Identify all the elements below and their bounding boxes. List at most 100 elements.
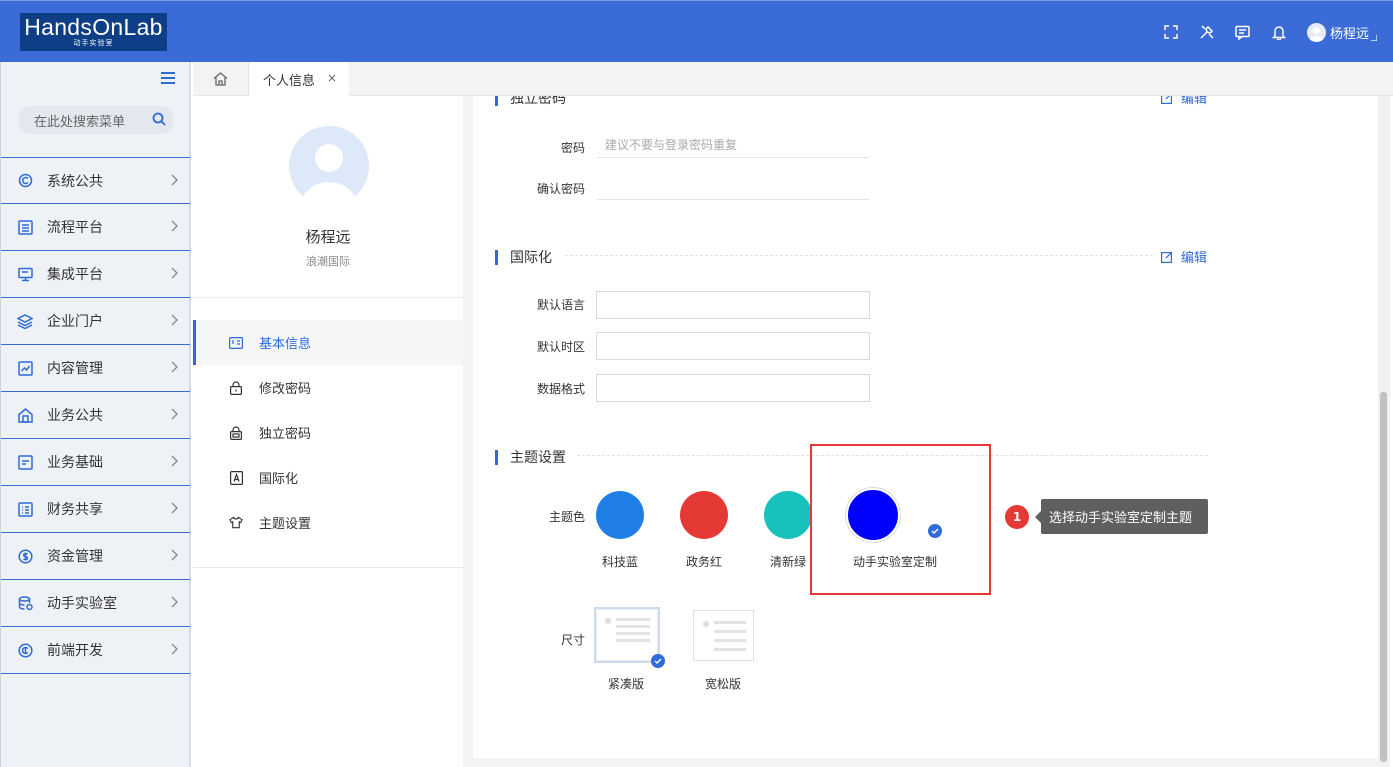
system-icon <box>17 173 33 189</box>
profile-menu-change-password[interactable]: 修改密码 <box>193 365 463 410</box>
sidebar-item-label: 前端开发 <box>47 643 103 659</box>
close-icon[interactable]: × <box>327 71 337 85</box>
password-input[interactable]: 建议不要与登录密码重复 <box>597 134 869 158</box>
profile-menu-label: 修改密码 <box>259 382 312 397</box>
tab-label: 个人信息 <box>263 73 316 89</box>
chevron-right-icon <box>171 596 178 612</box>
section-bar <box>495 96 498 106</box>
sidebar-item-label: 内容管理 <box>47 361 103 377</box>
data-format-input[interactable] <box>596 374 870 402</box>
step-badge: 1 <box>1005 505 1029 529</box>
profile-menu-theme[interactable]: 主题设置 <box>193 500 463 545</box>
tab-personal-info[interactable]: 个人信息 × <box>249 62 349 96</box>
chevron-right-icon <box>171 314 178 330</box>
menu-search-input[interactable]: 在此处搜索菜单 <box>18 106 174 134</box>
profile-org: 浪潮国际 <box>306 255 350 268</box>
timezone-input[interactable] <box>596 332 870 360</box>
size-option-loose[interactable] <box>693 610 754 661</box>
theme-option-tech-blue[interactable] <box>596 491 644 539</box>
shirt-icon <box>229 516 243 530</box>
confirm-password-input[interactable] <box>597 176 869 200</box>
edit-label: 编辑 <box>1181 251 1208 266</box>
card-icon <box>17 454 33 470</box>
logo-subtext: 动手实验室 <box>73 39 114 47</box>
message-icon[interactable] <box>1225 19 1261 45</box>
sidebar: 在此处搜索菜单 系统公共 流程平台 集成平台 企业门户 内容管理 业务公共 业务… <box>0 62 191 767</box>
sidebar-item-business-base[interactable]: 业务基础 <box>1 439 190 486</box>
chevron-right-icon <box>171 174 178 190</box>
sidebar-item-frontend[interactable]: 前端开发 <box>1 627 190 674</box>
guide-tooltip: 选择动手实验室定制主题 <box>1035 499 1208 534</box>
chevron-right-icon <box>171 408 178 424</box>
chart-icon <box>17 360 33 376</box>
sidebar-item-business-common[interactable]: 业务公共 <box>1 392 190 439</box>
dollar-icon <box>17 548 33 564</box>
theme-option-fresh-green[interactable] <box>764 491 812 539</box>
sidebar-item-handsonlab[interactable]: 动手实验室 <box>1 580 190 627</box>
theme-option-gov-red[interactable] <box>680 491 728 539</box>
profile-menu-label: 基本信息 <box>259 337 312 352</box>
section-title-text: 独立密码 <box>510 96 566 107</box>
language-input[interactable] <box>596 291 870 319</box>
sidebar-item-portal[interactable]: 企业门户 <box>1 298 190 345</box>
edit-icon <box>1161 96 1173 104</box>
search-icon[interactable] <box>152 112 166 130</box>
sidebar-item-finance[interactable]: 财务共享 <box>1 486 190 533</box>
theme-label-tech-blue: 科技蓝 <box>601 555 638 569</box>
tools-icon[interactable] <box>1189 19 1225 45</box>
highlight-box <box>810 444 991 595</box>
menu-search-placeholder: 在此处搜索菜单 <box>34 114 126 130</box>
tab-bar: 个人信息 × <box>193 62 1393 96</box>
monitor-icon <box>17 266 33 282</box>
app-logo[interactable]: HandsOnLab 动手实验室 <box>20 13 167 51</box>
tab-home[interactable] <box>193 62 249 96</box>
user-menu[interactable]: 杨程远 <box>1306 22 1377 42</box>
house-icon <box>17 407 33 423</box>
user-avatar-icon <box>1306 22 1326 42</box>
sidebar-item-label: 资金管理 <box>47 549 103 565</box>
edit-icon <box>1161 251 1173 263</box>
top-header: HandsOnLab 动手实验室 杨程远 <box>0 0 1393 62</box>
divider <box>193 567 463 568</box>
compact-layout-icon <box>605 618 650 642</box>
field-label-timezone: 默认时区 <box>536 340 585 354</box>
process-icon <box>17 219 33 235</box>
section-header-clip: 独立密码 编辑 <box>473 96 1378 108</box>
menu-toggle-icon[interactable] <box>161 72 175 88</box>
sidebar-item-fund[interactable]: 资金管理 <box>1 533 190 580</box>
profile-menu-independent-password[interactable]: 独立密码 <box>193 410 463 455</box>
edit-independent-password-button[interactable]: 编辑 <box>1161 96 1207 107</box>
size-label-loose: 宽松版 <box>704 677 741 691</box>
profile-menu-label: 国际化 <box>259 472 299 487</box>
sidebar-item-system[interactable]: 系统公共 <box>1 157 190 204</box>
sidebar-item-process[interactable]: 流程平台 <box>1 204 190 251</box>
profile-menu-label: 独立密码 <box>259 427 312 442</box>
profile-menu-basic-info[interactable]: 基本信息 <box>193 320 463 365</box>
scrollbar-thumb[interactable] <box>1380 392 1387 762</box>
chevron-right-icon <box>171 220 178 236</box>
sidebar-menu: 系统公共 流程平台 集成平台 企业门户 内容管理 业务公共 业务基础 财务共享 … <box>1 157 190 674</box>
home-icon <box>213 72 228 86</box>
edit-i18n-button[interactable]: 编辑 <box>1161 247 1207 266</box>
password-placeholder: 建议不要与登录密码重复 <box>605 138 738 152</box>
profile-menu: 基本信息 修改密码 独立密码 国际化 主题设置 <box>193 320 463 545</box>
sidebar-item-label: 财务共享 <box>47 502 103 518</box>
sidebar-item-content[interactable]: 内容管理 <box>1 345 190 392</box>
field-label-language: 默认语言 <box>536 298 585 312</box>
lock-icon <box>229 380 243 395</box>
section-title-independent-password: 独立密码 <box>495 96 566 108</box>
size-option-compact[interactable] <box>594 607 660 663</box>
sidebar-item-label: 流程平台 <box>47 220 103 236</box>
profile-avatar[interactable] <box>289 126 369 206</box>
profile-menu-i18n[interactable]: 国际化 <box>193 455 463 500</box>
sidebar-item-label: 动手实验室 <box>47 596 117 612</box>
sidebar-item-integration[interactable]: 集成平台 <box>1 251 190 298</box>
user-avatar-icon <box>301 144 357 206</box>
safe-icon <box>229 425 243 440</box>
user-name: 杨程远 <box>1329 26 1369 42</box>
section-divider <box>565 255 1153 256</box>
corner-caret-icon <box>1371 35 1377 41</box>
bell-icon[interactable] <box>1261 19 1297 45</box>
code-icon <box>17 642 33 658</box>
fullscreen-icon[interactable] <box>1153 19 1189 45</box>
